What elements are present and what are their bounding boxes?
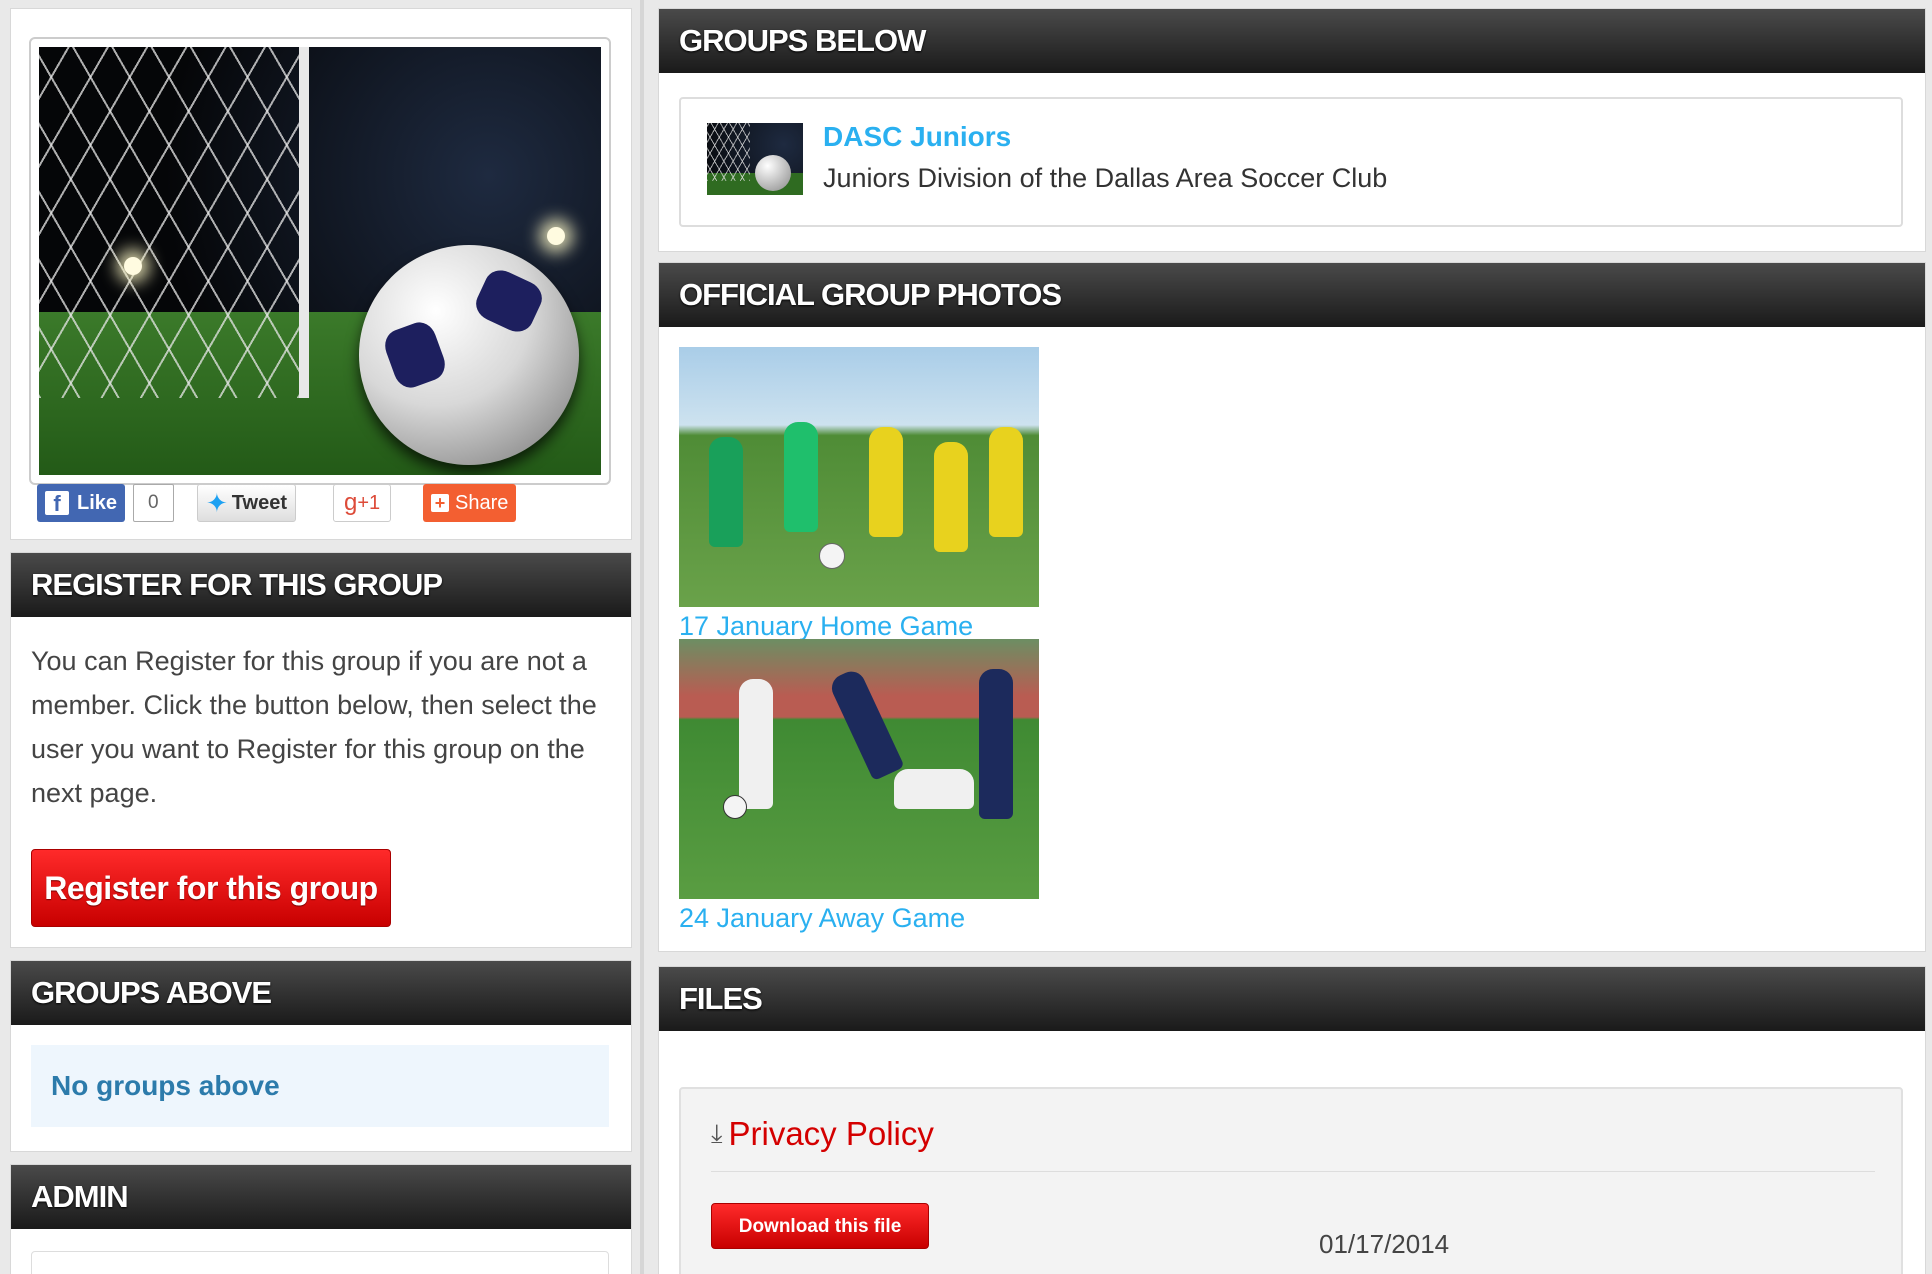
player-figure [784, 422, 818, 532]
share-button[interactable]: + Share [423, 484, 517, 522]
no-groups-above-message: No groups above [31, 1045, 609, 1127]
social-buttons: f Like 0 [37, 483, 174, 523]
player-figure [934, 442, 968, 552]
player-figure [869, 427, 903, 537]
gplus-group: g +1 [333, 483, 392, 523]
player-figure [989, 427, 1023, 537]
file-name-link[interactable]: ⤓ Privacy Policy [711, 1115, 934, 1153]
stadium-light [547, 227, 565, 245]
admin-panel: Admin [10, 1164, 632, 1274]
stadium-light [124, 257, 142, 275]
register-description: You can Register for this group if you a… [31, 646, 597, 808]
register-panel: Register for this group You can Register… [10, 552, 632, 948]
player-figure [894, 769, 974, 809]
download-icon: ⤓ [711, 1118, 723, 1148]
groups-below-panel: Groups below DASC Juniors Juniors Divisi… [658, 8, 1926, 252]
tweet-label: Tweet [231, 491, 287, 514]
register-button[interactable]: Register for this group [31, 849, 391, 927]
group-thumbnail[interactable] [707, 123, 803, 195]
files-panel: Files ⤓ Privacy Policy Download this fil… [658, 966, 1926, 1274]
share-label: Share [455, 491, 509, 514]
plus-icon: + [431, 494, 449, 512]
ball-in-photo [723, 795, 747, 819]
twitter-bird-icon: ✦ [206, 487, 228, 518]
file-item: ⤓ Privacy Policy Download this file 01/1… [679, 1087, 1903, 1274]
google-plus-button[interactable]: g +1 [333, 484, 392, 522]
file-name: Privacy Policy [728, 1115, 934, 1152]
hero-image [39, 47, 601, 475]
player-figure [709, 437, 743, 547]
file-divider [711, 1171, 1875, 1172]
photos-panel: Official group photos 17 January Home Ga… [658, 262, 1926, 952]
thumb-ball [755, 155, 791, 191]
photo-caption-link[interactable]: 17 January Home Game [679, 611, 973, 642]
hero-panel: f Like 0 ✦ Tweet g +1 + Share [10, 8, 632, 540]
gplus-icon: g [344, 489, 358, 516]
tweet-group: ✦ Tweet [197, 483, 296, 523]
groups-above-panel: Groups above No groups above [10, 960, 632, 1152]
facebook-like-button[interactable]: f Like [37, 484, 126, 522]
like-count: 0 [133, 484, 174, 522]
tweet-button[interactable]: ✦ Tweet [197, 484, 296, 522]
column-divider [640, 0, 644, 1274]
player-figure [979, 669, 1013, 819]
group-title-link[interactable]: DASC Juniors [823, 121, 1011, 153]
player-figure [739, 679, 773, 809]
files-header: Files [659, 967, 1925, 1031]
ball-in-photo [819, 543, 845, 569]
admin-header: Admin [11, 1165, 631, 1229]
soccer-ball [359, 245, 579, 465]
left-column: f Like 0 ✦ Tweet g +1 + Share Register f… [10, 0, 632, 1274]
hero-goal-net [39, 47, 309, 398]
photo-caption-link[interactable]: 24 January Away Game [679, 903, 965, 934]
file-date: 01/17/2014 [1319, 1229, 1450, 1259]
download-file-button[interactable]: Download this file [711, 1203, 929, 1249]
photo-thumbnail[interactable] [679, 639, 1039, 899]
admin-content-box [31, 1251, 609, 1274]
facebook-icon: f [45, 491, 69, 516]
groups-above-header: Groups above [11, 961, 631, 1025]
gplus-label: +1 [357, 491, 381, 514]
player-figure [827, 666, 905, 782]
like-label: Like [77, 491, 118, 514]
groups-below-header: Groups below [659, 9, 1925, 73]
group-card[interactable]: DASC Juniors Juniors Division of the Dal… [679, 97, 1903, 227]
hero-image-frame [29, 37, 611, 485]
share-group: + Share [423, 483, 517, 523]
group-description: Juniors Division of the Dallas Area Socc… [823, 163, 1388, 193]
photos-header: Official group photos [659, 263, 1925, 327]
register-header: Register for this group [11, 553, 631, 617]
photo-thumbnail[interactable] [679, 347, 1039, 607]
right-column: Groups below DASC Juniors Juniors Divisi… [658, 0, 1926, 1274]
thumb-net [707, 123, 751, 181]
